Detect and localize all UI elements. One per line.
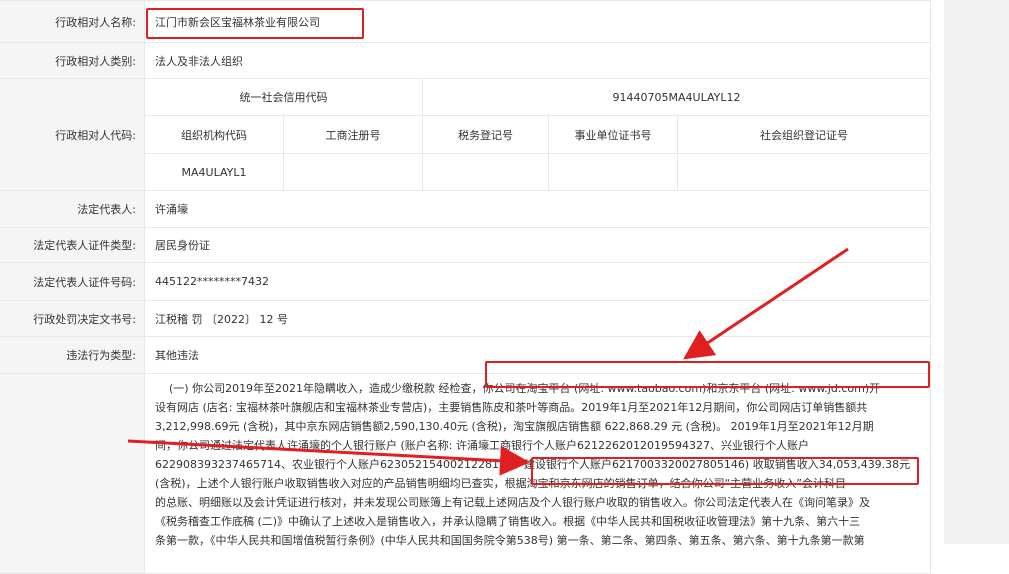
org-code-header: 组织机构代码 (144, 115, 284, 154)
violation-type-value: 其他违法 (143, 336, 932, 374)
biz-reg-header: 工商注册号 (283, 115, 423, 154)
description-line: 条第一款，《中华人民共和国增值税暂行条例》(中华人民共和国国务院令第538号) … (155, 534, 865, 547)
description-line: (含税)，上述个人银行账户收取销售收入对应的产品销售明细均已查实，根据淘宝和京东… (155, 477, 846, 490)
row-legal-rep: 法定代表人: 许涌壕 (0, 190, 932, 228)
institution-cert-value (548, 153, 678, 191)
name-value: 江门市新会区宝福林茶业有限公司 (143, 0, 932, 43)
tax-reg-value (422, 153, 549, 191)
tax-reg-header: 税务登记号 (422, 115, 549, 154)
description-line: 3,212,998.69元 (含税)，其中京东网店销售额2,590,130.40… (155, 420, 874, 433)
description-line: 《税务稽查工作底稿 (二)》中确认了上述收入是销售收入，并承认隐瞒了销售收入。根… (155, 515, 861, 528)
id-number-label: 法定代表人证件号码: (0, 262, 145, 301)
decision-no-value: 江税稽 罚 〔2022〕 12 号 (143, 300, 932, 337)
social-org-value (676, 153, 932, 191)
row-name: 行政相对人名称: 江门市新会区宝福林茶业有限公司 (0, 0, 932, 43)
description-line: (一) 你公司2019年至2021年隐瞒收入，造成少缴税款 经检查，你公司在淘宝… (155, 382, 881, 395)
penalty-info-table: 行政相对人名称: 江门市新会区宝福林茶业有限公司 行政相对人类别: 法人及非法人… (0, 0, 932, 574)
id-number-value: 445122********7432 (143, 262, 932, 301)
name-label: 行政相对人名称: (0, 0, 145, 43)
category-label: 行政相对人类别: (0, 42, 145, 79)
category-value: 法人及非法人组织 (143, 42, 932, 79)
credit-code-value: 91440705MA4ULAYL12 (421, 78, 932, 116)
id-type-label: 法定代表人证件类型: (0, 227, 145, 263)
description-line: 设有网店 (店名: 宝福林茶叶旗舰店和宝福林茶业专营店)，主要销售陈皮和茶叶等商… (155, 401, 868, 414)
description-line: 的总账、明细账以及会计凭证进行核对，并未发现公司账簿上有记载上述网店及个人银行账… (155, 496, 870, 509)
row-category: 行政相对人类别: 法人及非法人组织 (0, 42, 932, 79)
id-type-value: 居民身份证 (143, 227, 932, 263)
row-decision-no: 行政处罚决定文书号: 江税稽 罚 〔2022〕 12 号 (0, 300, 932, 337)
legal-rep-value: 许涌壕 (143, 190, 932, 228)
institution-cert-header: 事业单位证书号 (548, 115, 678, 154)
description-line: 622908393237465714、农业银行个人账户6230521540021… (155, 458, 911, 471)
legal-rep-label: 法定代表人: (0, 190, 145, 228)
description-line: 间，你公司通过法定代表人许涌壕的个人银行账户 (账户名称: 许涌壕工商银行个人账… (155, 439, 809, 452)
violation-type-label: 违法行为类型: (0, 336, 145, 374)
row-id-number: 法定代表人证件号码: 445122********7432 (0, 262, 932, 301)
credit-code-label: 统一社会信用代码 (144, 78, 423, 116)
row-id-type: 法定代表人证件类型: 居民身份证 (0, 227, 932, 263)
right-side-panel (944, 0, 1009, 544)
social-org-header: 社会组织登记证号 (676, 115, 932, 154)
decision-no-label: 行政处罚决定文书号: (0, 300, 145, 337)
code-label: 行政相对人代码: (0, 78, 145, 191)
org-code-value: MA4ULAYL1 (144, 153, 284, 191)
row-violation-type: 违法行为类型: 其他违法 (0, 336, 932, 374)
row-credit-code: 行政相对人代码: 统一社会信用代码 91440705MA4ULAYL12 (0, 78, 932, 191)
biz-reg-value (283, 153, 423, 191)
